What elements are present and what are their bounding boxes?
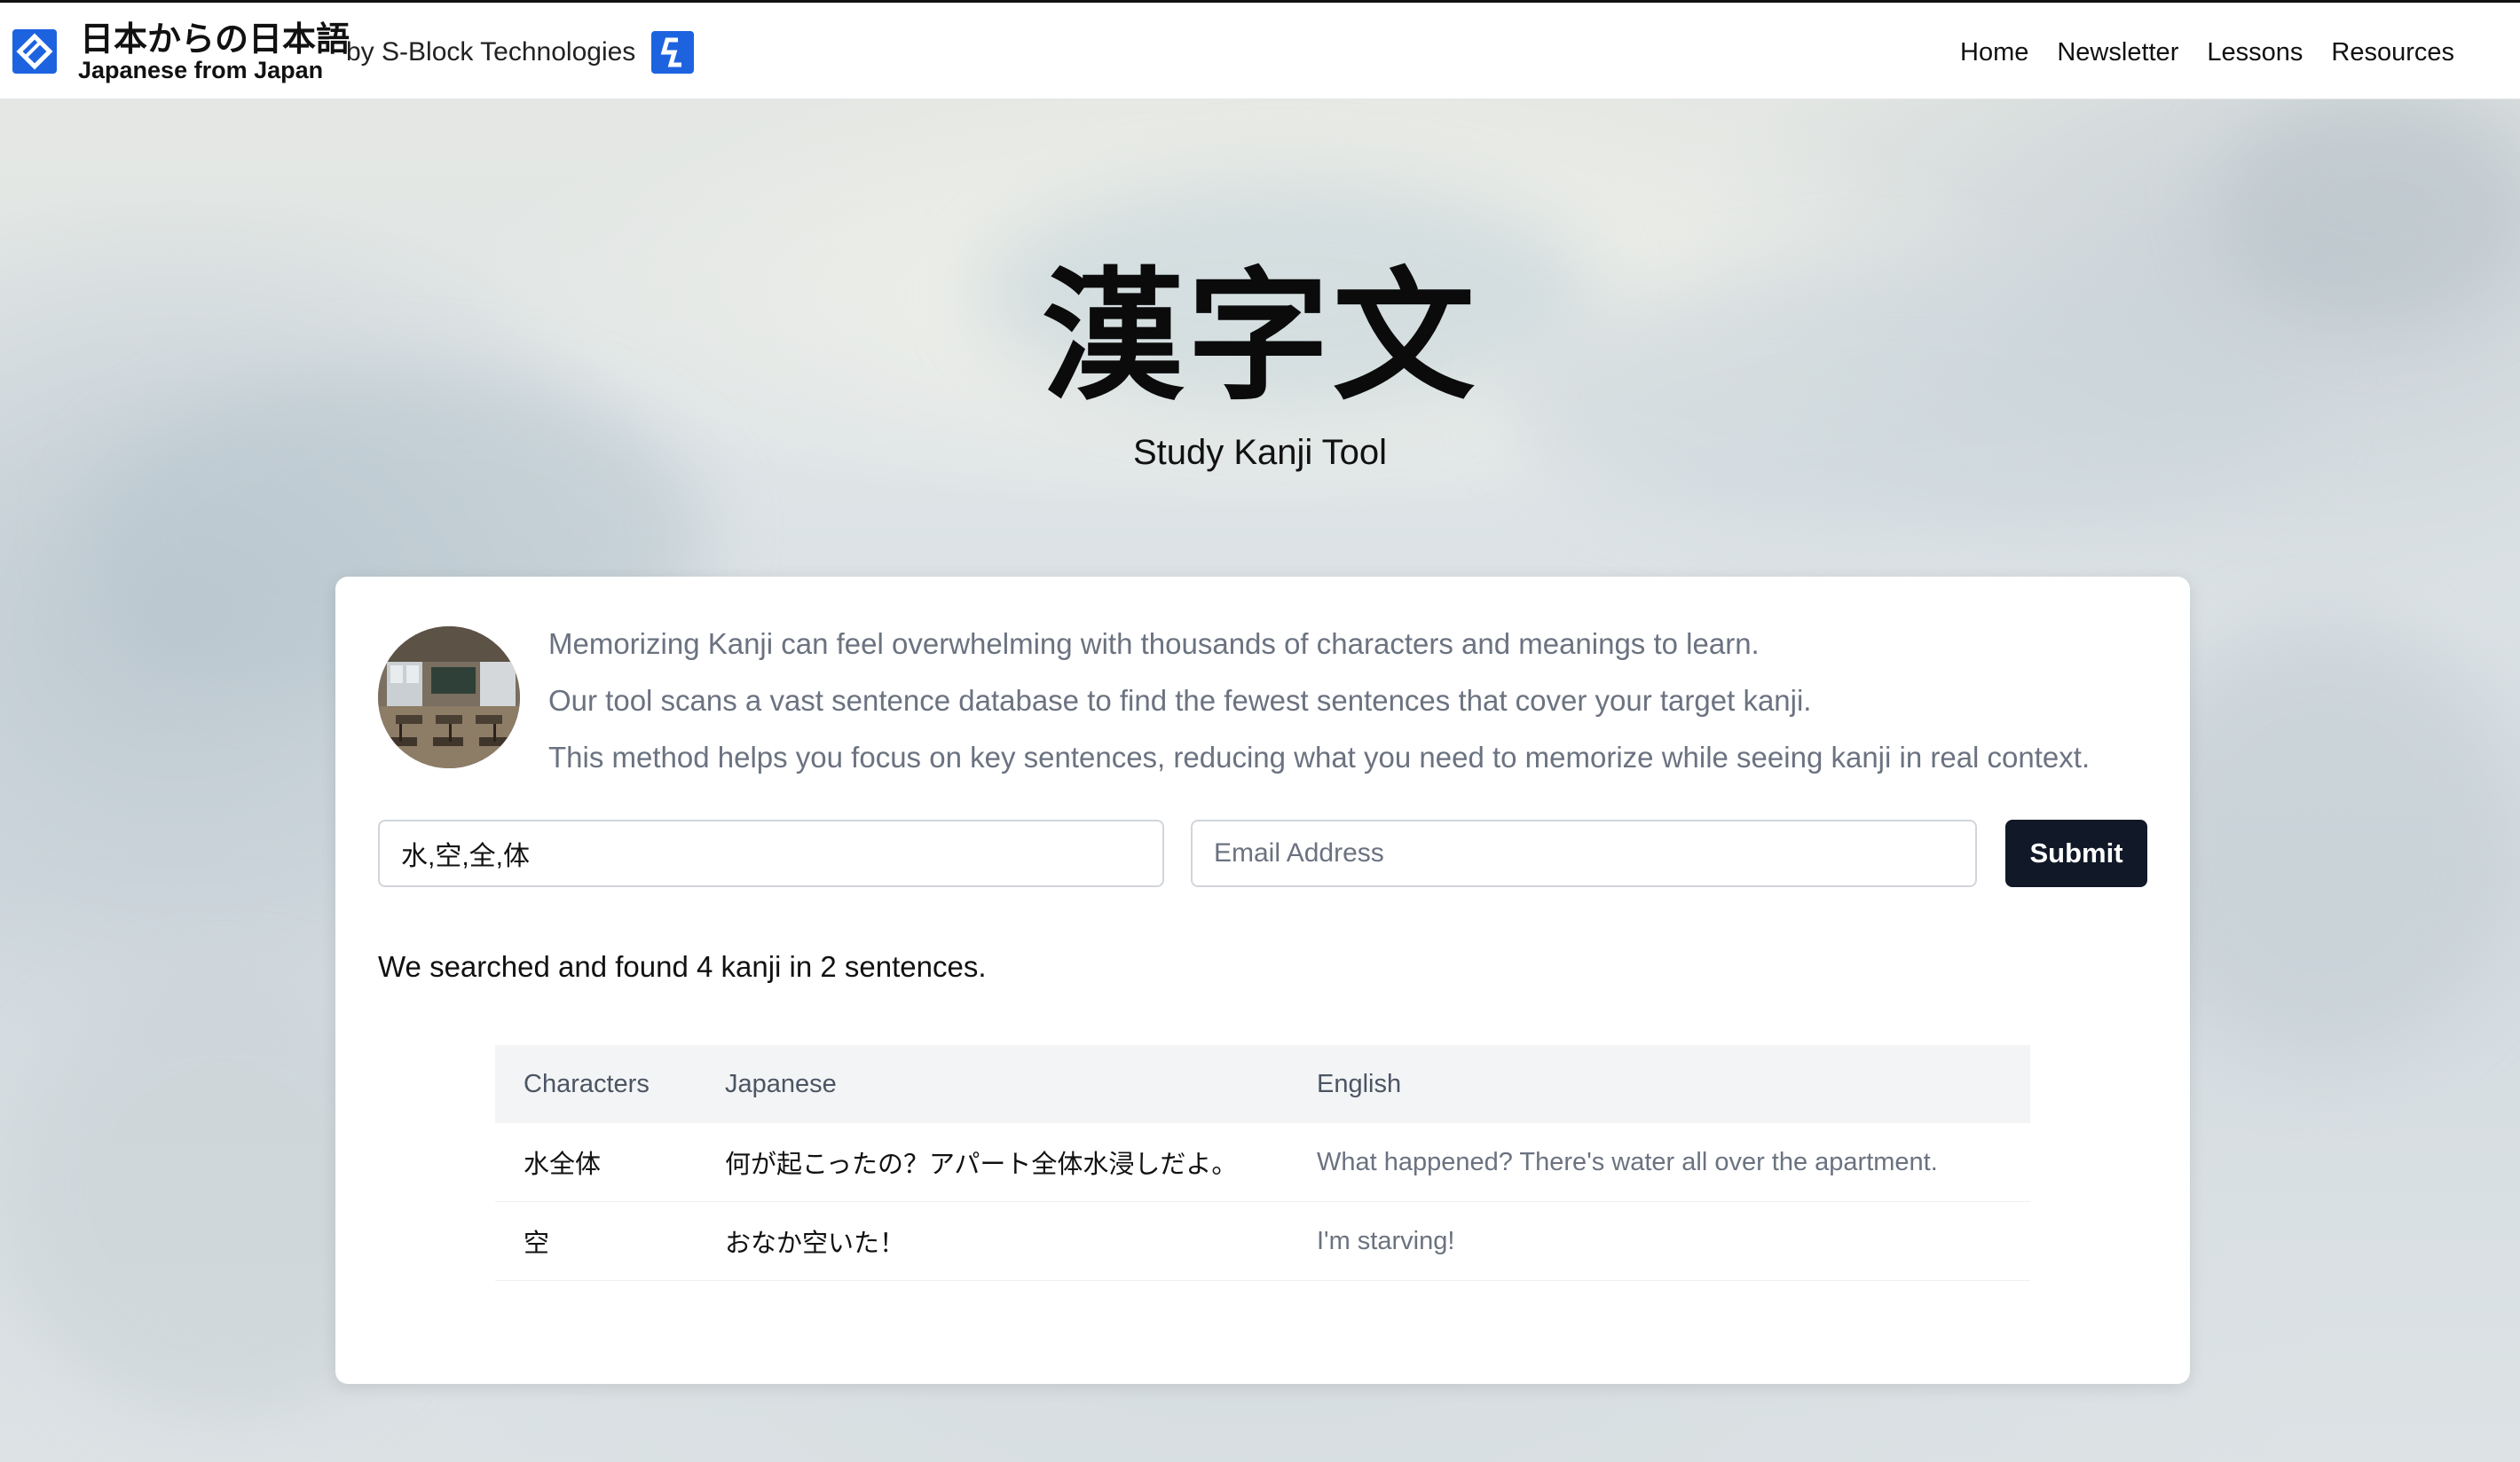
column-header-characters: Characters [524, 1069, 650, 1098]
kanji-tool-card: Memorizing Kanji can feel overwhelming w… [335, 577, 2190, 1384]
nav-lessons[interactable]: Lessons [2207, 35, 2303, 70]
intro-line: This method helps you focus on key sente… [548, 741, 2091, 774]
cell-japanese: 何が起こったの？アパート全体水浸しだよ。 [697, 1123, 1288, 1202]
intro-line: Memorizing Kanji can feel overwhelming w… [548, 627, 1760, 660]
results-table: Characters Japanese English 水全体 何が起こったの？… [495, 1045, 2030, 1281]
intro-text: Memorizing Kanji can feel overwhelming w… [548, 616, 2172, 786]
submit-button[interactable]: Submit [2005, 820, 2147, 887]
top-navbar: 日本からの日本語 Japanese from Japan by S-Block … [0, 0, 2520, 99]
hero-title: 漢字文 [1041, 257, 1478, 416]
table-row: 空 おなか空いた！ I'm starving! [495, 1201, 2030, 1281]
result-summary: We searched and found 4 kanji in 2 sente… [378, 950, 987, 983]
nav-resources[interactable]: Resources [2331, 35, 2454, 70]
table-row: 水全体 何が起こったの？アパート全体水浸しだよ。 What happened? … [495, 1123, 2030, 1202]
s-block-logo-icon[interactable] [651, 31, 694, 74]
cell-english: I'm starving! [1288, 1201, 2030, 1281]
brand-byline: by S-Block Technologies [346, 37, 636, 67]
nav-newsletter[interactable]: Newsletter [2057, 35, 2178, 70]
email-field[interactable] [1191, 820, 1977, 887]
table-header-row: Characters Japanese English [495, 1045, 2030, 1123]
intro-line: Our tool scans a vast sentence database … [548, 684, 1812, 717]
nav-home[interactable]: Home [1960, 35, 2028, 70]
column-header-english: English [1317, 1069, 1402, 1098]
brand-name-japanese[interactable]: 日本からの日本語 [80, 20, 350, 59]
classroom-avatar-image [378, 626, 520, 768]
cell-english: What happened? There's water all over th… [1288, 1123, 2030, 1202]
column-header-japanese: Japanese [725, 1069, 837, 1098]
brand-name-english[interactable]: Japanese from Japan [78, 56, 323, 84]
kanji-input[interactable] [378, 820, 1164, 887]
cell-characters: 水全体 [495, 1123, 697, 1202]
hero-subtitle: Study Kanji Tool [1132, 433, 1388, 472]
main-nav: Home Newsletter Lessons Resources [1960, 35, 2454, 70]
cell-japanese: おなか空いた！ [697, 1201, 1288, 1281]
cell-characters: 空 [495, 1201, 697, 1281]
diamond-logo-icon[interactable] [12, 29, 57, 74]
